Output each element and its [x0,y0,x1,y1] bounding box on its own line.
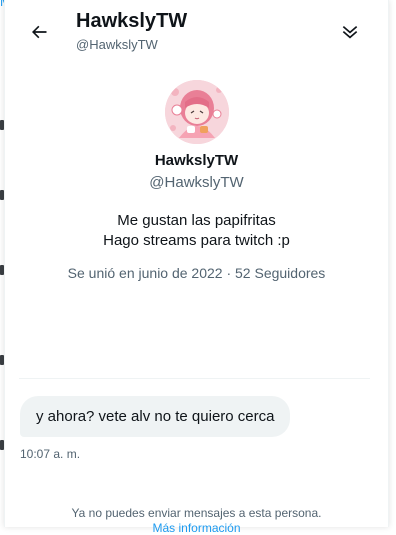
avatar-image [164,80,229,144]
profile-summary[interactable]: HawkslyTW @HawkslyTW Me gustan las papif… [5,80,388,281]
message-timestamp: 10:07 a. m. [20,447,81,461]
joined-and-followers: Se unió en junio de 2022 · 52 Seguidores [67,265,326,281]
profile-name[interactable]: HawkslyTW [155,152,238,169]
scrollbar[interactable] [382,0,388,527]
conversation-header: HawkslyTW @HawkslyTW [5,0,388,58]
header-handle: @HawkslyTW [76,37,158,52]
bio-line: Me gustan las papifritas [117,212,276,229]
collapse-button[interactable] [338,20,362,44]
arrow-left-icon [32,25,47,39]
avatar[interactable] [164,80,229,144]
bio-line: Hago streams para twitch :p [103,232,290,249]
profile-handle[interactable]: @HawkslyTW [149,174,243,191]
back-button[interactable] [25,18,53,46]
message-bubble[interactable]: y ahora? vete alv no te quiero cerca [20,396,291,437]
profile-bio: Me gustan las papifritas Hago streams pa… [103,211,290,251]
blocked-notice: Ya no puedes enviar mensajes a esta pers… [71,506,322,520]
header-title: HawkslyTW [76,10,188,32]
learn-more-link[interactable]: Más información [5,521,388,535]
double-chevron-down-icon [342,25,358,39]
dm-conversation-panel: HawkslyTW @HawkslyTW HawkslyTW @HawkslyT… [4,0,389,535]
divider [19,378,370,379]
